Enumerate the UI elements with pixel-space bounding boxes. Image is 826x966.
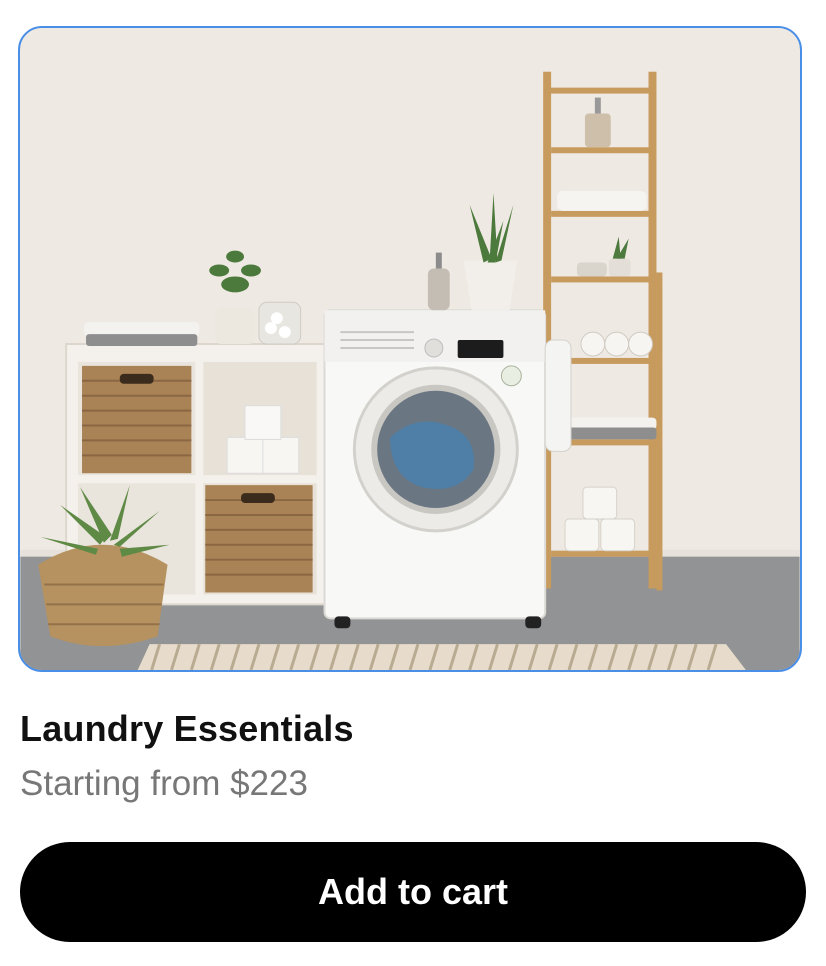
laundry-room-illustration xyxy=(20,28,800,670)
product-title: Laundry Essentials xyxy=(20,708,354,749)
product-price: Starting from $223 xyxy=(20,764,308,803)
product-image[interactable] xyxy=(18,26,802,672)
rug xyxy=(137,643,746,670)
add-to-cart-button[interactable]: Add to cart xyxy=(20,842,806,942)
